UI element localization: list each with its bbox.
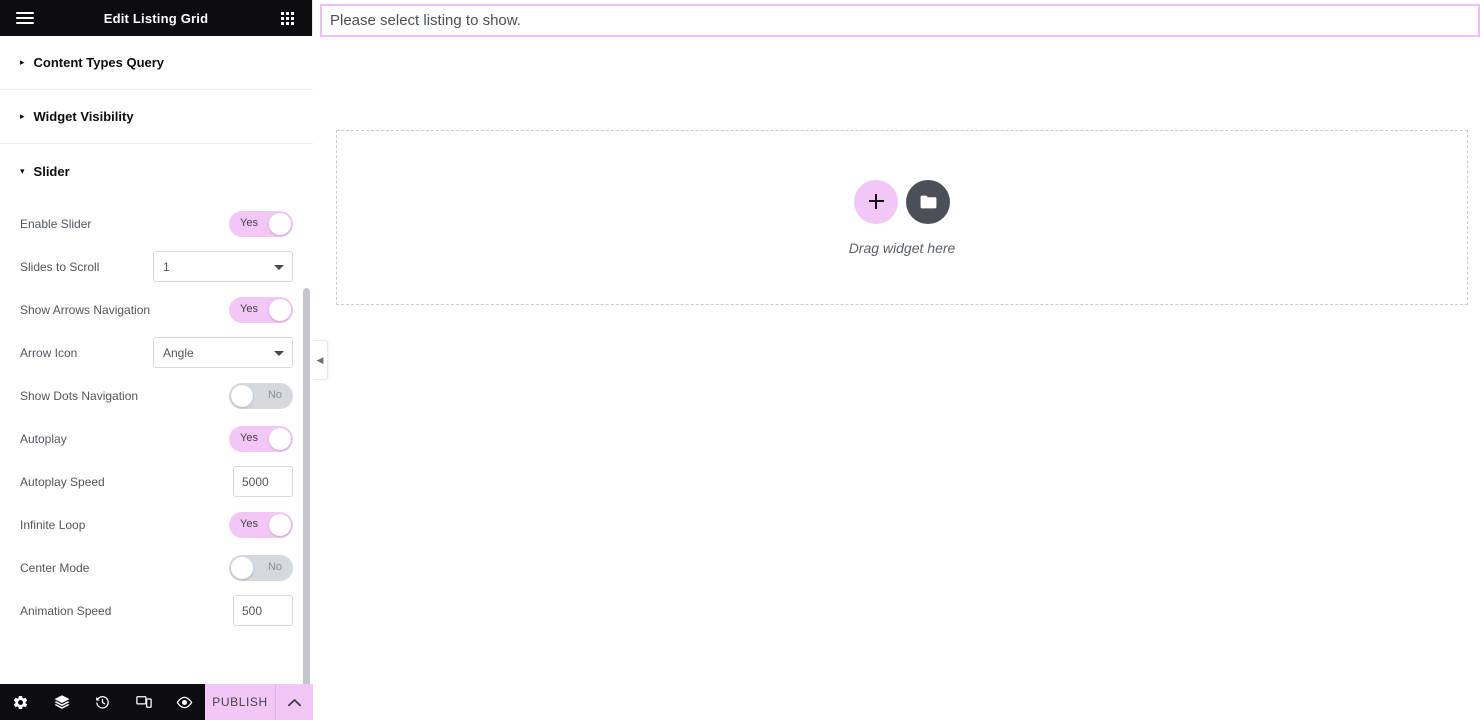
slider-controls: Enable Slider Yes Slides to Scroll 1 Sho… bbox=[0, 198, 313, 632]
toggle-knob bbox=[231, 384, 253, 407]
control-row-enable-slider: Enable Slider Yes bbox=[20, 202, 293, 245]
toggle-value: Yes bbox=[240, 303, 258, 315]
control-row-center-mode: Center Mode No bbox=[20, 546, 293, 589]
chevron-up-icon bbox=[288, 698, 301, 706]
widget-dropzone[interactable]: Drag widget here bbox=[336, 130, 1468, 305]
panel-header: Edit Listing Grid bbox=[0, 0, 312, 36]
toggle-knob bbox=[269, 212, 291, 235]
history-button[interactable] bbox=[82, 684, 123, 720]
navigator-button[interactable] bbox=[41, 684, 82, 720]
responsive-mode-button[interactable] bbox=[123, 684, 164, 720]
toggle-knob bbox=[269, 513, 291, 536]
history-clock-icon bbox=[96, 695, 109, 709]
settings-gear-icon bbox=[13, 695, 28, 709]
toggle-value: Yes bbox=[240, 518, 258, 530]
section-header-content-types-query[interactable]: ▸ Content Types Query bbox=[0, 36, 313, 90]
toggle-autoplay[interactable]: Yes bbox=[229, 425, 293, 452]
control-row-show-arrows-navigation: Show Arrows Navigation Yes bbox=[20, 288, 293, 331]
toggle-value: No bbox=[267, 389, 282, 401]
publish-options-button[interactable] bbox=[275, 684, 313, 720]
toggle-knob bbox=[269, 427, 291, 450]
select-value[interactable]: Angle bbox=[153, 337, 293, 368]
editor-panel: Edit Listing Grid ▸ Content Types Query … bbox=[0, 0, 313, 720]
publish-button[interactable]: PUBLISH bbox=[205, 684, 275, 720]
preview-canvas: Please select listing to show. Drag widg… bbox=[320, 0, 1480, 720]
navigator-layers-icon bbox=[54, 695, 69, 709]
input-autoplay-speed[interactable] bbox=[233, 466, 293, 497]
control-label: Autoplay Speed bbox=[20, 474, 105, 489]
select-value[interactable]: 1 bbox=[153, 251, 293, 282]
input-animation-speed[interactable] bbox=[233, 595, 293, 626]
toggle-show-arrows-navigation[interactable]: Yes bbox=[229, 296, 293, 323]
settings-button[interactable] bbox=[0, 684, 41, 720]
chevron-right-icon: ▸ bbox=[20, 57, 25, 67]
control-label: Center Mode bbox=[20, 560, 90, 575]
control-label: Slides to Scroll bbox=[20, 259, 100, 274]
toggle-knob bbox=[269, 298, 291, 321]
toggle-value: Yes bbox=[240, 217, 258, 229]
toggle-value: No bbox=[267, 561, 282, 573]
toggle-center-mode[interactable]: No bbox=[229, 554, 293, 581]
control-row-infinite-loop: Infinite Loop Yes bbox=[20, 503, 293, 546]
listing-notice: Please select listing to show. bbox=[320, 4, 1480, 37]
panel-footer-toolbar: PUBLISH bbox=[0, 684, 313, 720]
plus-icon bbox=[868, 194, 884, 209]
section-header-slider[interactable]: ▾ Slider bbox=[0, 144, 313, 198]
control-label: Show Arrows Navigation bbox=[20, 302, 151, 317]
chevron-left-icon: ◀ bbox=[316, 354, 324, 365]
responsive-mode-icon bbox=[135, 696, 152, 708]
toggle-knob bbox=[231, 556, 253, 579]
control-label: Autoplay bbox=[20, 431, 67, 446]
section-header-widget-visibility[interactable]: ▸ Widget Visibility bbox=[0, 90, 313, 144]
toggle-show-dots-navigation[interactable]: No bbox=[229, 382, 293, 409]
panel-scrollbar-thumb[interactable] bbox=[303, 288, 310, 684]
dropzone-buttons bbox=[854, 179, 950, 224]
preview-button[interactable] bbox=[164, 684, 205, 720]
control-row-autoplay: Autoplay Yes bbox=[20, 417, 293, 460]
add-widget-button[interactable] bbox=[854, 179, 898, 224]
select-slides-to-scroll[interactable]: 1 bbox=[153, 251, 293, 282]
panel-collapse-handle[interactable]: ◀ bbox=[313, 340, 328, 380]
select-arrow-icon[interactable]: Angle bbox=[153, 337, 293, 368]
folder-icon bbox=[920, 195, 936, 208]
chevron-right-icon: ▸ bbox=[20, 111, 25, 121]
widgets-apps-button[interactable] bbox=[274, 5, 300, 31]
control-label: Arrow Icon bbox=[20, 345, 78, 360]
add-template-button[interactable] bbox=[906, 179, 950, 224]
section-label: Widget Visibility bbox=[33, 109, 134, 124]
panel-scroll-area[interactable]: ▸ Content Types Query ▸ Widget Visibilit… bbox=[0, 36, 313, 684]
toggle-infinite-loop[interactable]: Yes bbox=[229, 511, 293, 538]
chevron-down-icon: ▾ bbox=[20, 165, 25, 176]
control-label: Show Dots Navigation bbox=[20, 388, 139, 403]
dropzone-label: Drag widget here bbox=[848, 239, 956, 256]
notice-text: Please select listing to show. bbox=[330, 12, 521, 29]
section-label: Content Types Query bbox=[33, 55, 165, 70]
grid-apps-icon bbox=[280, 11, 294, 25]
control-row-slides-to-scroll: Slides to Scroll 1 bbox=[20, 245, 293, 288]
section-label: Slider bbox=[33, 163, 70, 179]
hamburger-menu-button[interactable] bbox=[12, 5, 38, 31]
control-row-arrow-icon: Arrow Icon Angle bbox=[20, 331, 293, 374]
toggle-enable-slider[interactable]: Yes bbox=[229, 210, 293, 237]
publish-label: PUBLISH bbox=[212, 695, 268, 709]
control-label: Infinite Loop bbox=[20, 517, 86, 532]
elementor-editor: Edit Listing Grid ▸ Content Types Query … bbox=[0, 0, 1480, 720]
control-row-show-dots-navigation: Show Dots Navigation No bbox=[20, 374, 293, 417]
page-title: Edit Listing Grid bbox=[103, 10, 209, 26]
control-label: Enable Slider bbox=[20, 216, 92, 231]
hamburger-icon bbox=[16, 9, 34, 27]
control-label: Animation Speed bbox=[20, 603, 112, 618]
toggle-value: Yes bbox=[240, 432, 258, 444]
control-row-autoplay-speed: Autoplay Speed bbox=[20, 460, 293, 503]
control-row-animation-speed: Animation Speed bbox=[20, 589, 293, 632]
preview-eye-icon bbox=[176, 696, 193, 708]
